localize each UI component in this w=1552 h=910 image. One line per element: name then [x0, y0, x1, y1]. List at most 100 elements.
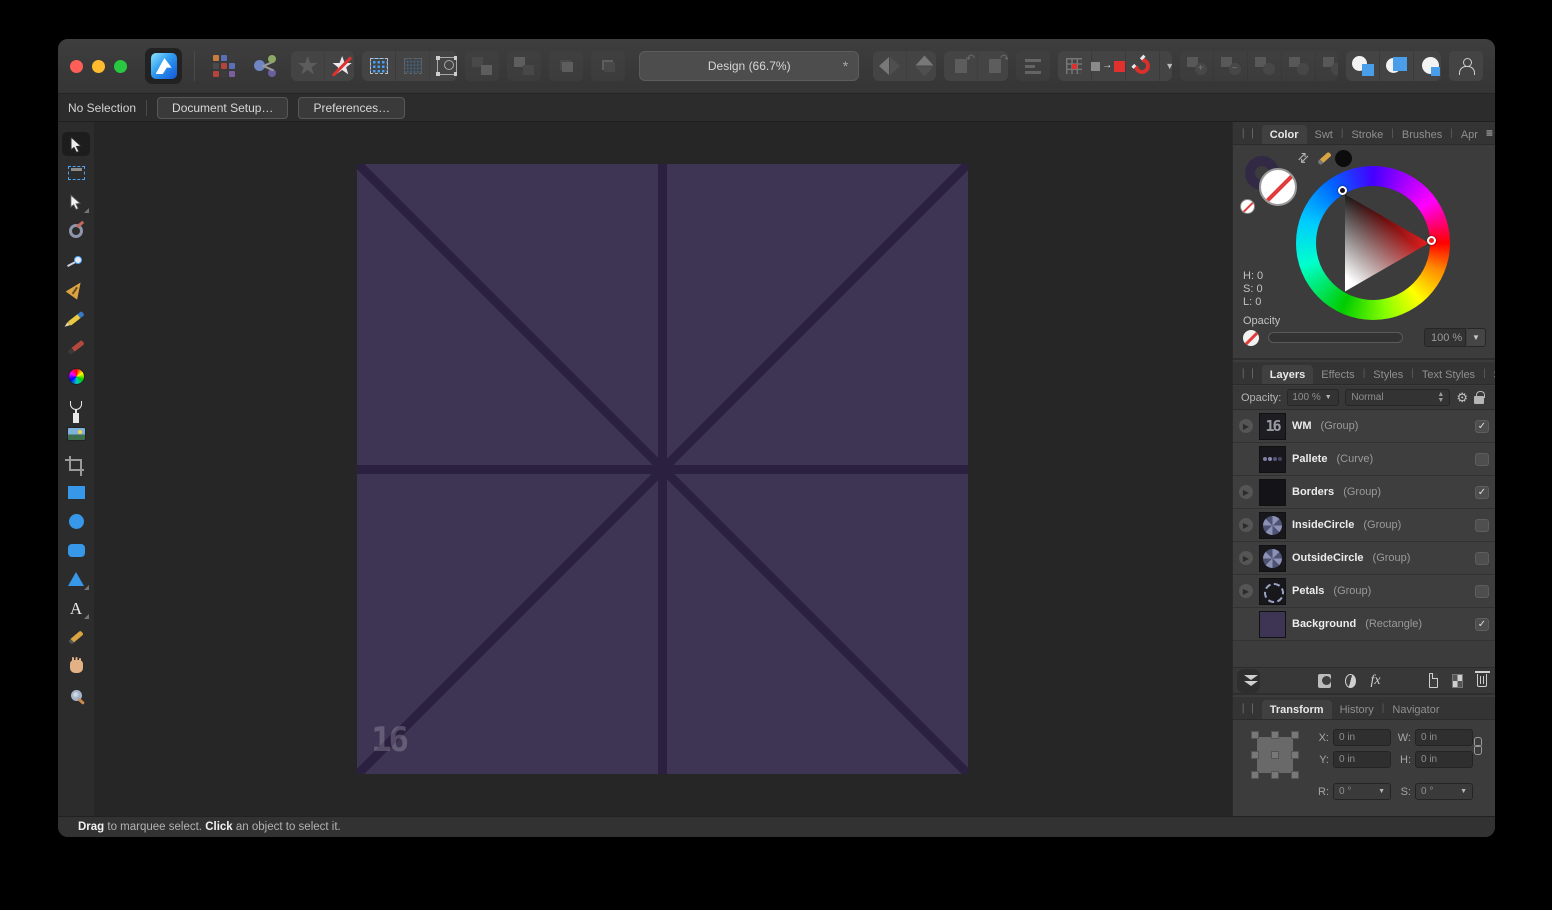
- tab-stock[interactable]: Stock: [1486, 365, 1495, 384]
- opacity-none-icon[interactable]: [1243, 330, 1259, 346]
- node-tool[interactable]: [62, 190, 90, 214]
- saturation-lightness-handle[interactable]: [1338, 186, 1347, 195]
- adjustment-layer-icon[interactable]: [1345, 674, 1356, 688]
- y-input[interactable]: 0 in: [1333, 751, 1391, 768]
- point-transform-tool[interactable]: [62, 219, 90, 243]
- color-wheel[interactable]: [1296, 166, 1450, 320]
- gear-icon[interactable]: ⚙: [1456, 390, 1468, 406]
- layer-row-background[interactable]: Background (Rectangle) ✓: [1233, 608, 1495, 641]
- shape-tool[interactable]: [62, 567, 90, 591]
- anchor-point-selector[interactable]: [1251, 731, 1299, 779]
- h-input[interactable]: 0 in: [1415, 751, 1473, 768]
- new-pixel-layer-icon[interactable]: [1452, 674, 1463, 688]
- layer-row-wm[interactable]: ▶ 16 WM (Group) ✓: [1233, 410, 1495, 443]
- tab-text-styles[interactable]: Text Styles: [1414, 365, 1483, 384]
- picked-color-swatch[interactable]: [1335, 150, 1352, 167]
- zoom-tool[interactable]: [62, 683, 90, 707]
- tab-color[interactable]: Color: [1262, 125, 1307, 144]
- ellipse-tool[interactable]: [62, 509, 90, 533]
- rectangle-tool[interactable]: [62, 480, 90, 504]
- rotation-dropdown[interactable]: 0 °▼: [1333, 783, 1391, 800]
- move-backward-button[interactable]: [549, 51, 583, 81]
- place-image-tool[interactable]: [62, 422, 90, 446]
- pixel-persona-button[interactable]: [207, 51, 241, 81]
- transparency-tool[interactable]: [62, 393, 90, 417]
- vector-crop-tool[interactable]: [62, 451, 90, 475]
- w-input[interactable]: 0 in: [1415, 729, 1473, 746]
- corner-tool[interactable]: [62, 248, 90, 272]
- saturation-lightness-triangle[interactable]: [1316, 186, 1430, 300]
- layer-row-insidecircle[interactable]: ▶ InsideCircle (Group): [1233, 509, 1495, 542]
- visibility-checkbox[interactable]: [1475, 453, 1489, 466]
- boolean-add-button[interactable]: +: [1180, 51, 1214, 81]
- tab-stroke[interactable]: Stroke: [1343, 125, 1391, 144]
- panel-grip[interactable]: ❘❘: [1239, 703, 1258, 714]
- boolean-combine-button[interactable]: [1316, 51, 1338, 81]
- color-picker-tool[interactable]: [62, 625, 90, 649]
- text-tool[interactable]: A: [62, 596, 90, 620]
- snap-grid-button[interactable]: [1058, 51, 1092, 81]
- visibility-checkbox[interactable]: [1475, 552, 1489, 565]
- flip-horizontal-button[interactable]: [873, 51, 907, 81]
- visibility-checkbox[interactable]: [1475, 519, 1489, 532]
- visibility-checkbox[interactable]: ✓: [1475, 486, 1489, 499]
- preferences-button[interactable]: Preferences…: [298, 97, 405, 119]
- document-setup-button[interactable]: Document Setup…: [157, 97, 288, 119]
- panel-grip[interactable]: ❘❘: [1239, 128, 1258, 139]
- document-artboard[interactable]: 16: [357, 164, 968, 774]
- expand-arrow-icon[interactable]: ▶: [1239, 419, 1253, 433]
- pencil-tool[interactable]: [62, 306, 90, 330]
- mask-layer-icon[interactable]: [1318, 674, 1331, 688]
- tab-layers[interactable]: Layers: [1262, 365, 1313, 384]
- snapping-options-dropdown[interactable]: ▼: [1160, 51, 1172, 81]
- opacity-dropdown-arrow[interactable]: ▼: [1467, 328, 1486, 347]
- tab-swatches[interactable]: Swt: [1307, 125, 1341, 144]
- opacity-value[interactable]: 100 %: [1424, 328, 1466, 347]
- rounded-rectangle-tool[interactable]: [62, 538, 90, 562]
- toggle-fill-button[interactable]: [325, 51, 354, 81]
- link-dimensions-icon[interactable]: [1474, 737, 1481, 755]
- new-layer-icon[interactable]: [1429, 673, 1439, 688]
- delete-layer-icon[interactable]: [1477, 674, 1487, 687]
- x-input[interactable]: 0 in: [1333, 729, 1391, 746]
- opacity-slider[interactable]: [1268, 332, 1403, 343]
- move-forward-button[interactable]: [507, 51, 541, 81]
- shear-dropdown[interactable]: 0 °▼: [1415, 783, 1473, 800]
- export-persona-button[interactable]: [249, 51, 283, 81]
- visibility-checkbox[interactable]: [1475, 585, 1489, 598]
- view-tool[interactable]: [62, 654, 90, 678]
- tab-history[interactable]: History: [1332, 700, 1382, 719]
- layers-stack-icon[interactable]: [1241, 673, 1256, 689]
- insert-behind-button[interactable]: [1346, 51, 1380, 81]
- layer-row-petals[interactable]: ▶ Petals (Group): [1233, 575, 1495, 608]
- fill-color-swatch[interactable]: [1259, 168, 1297, 206]
- expand-arrow-icon[interactable]: ▶: [1239, 518, 1253, 532]
- minimize-window-button[interactable]: [92, 60, 105, 73]
- visibility-checkbox[interactable]: ✓: [1475, 420, 1489, 433]
- rotate-ccw-button[interactable]: ↶: [944, 51, 978, 81]
- promote-to-layer-button[interactable]: [291, 51, 325, 81]
- flip-vertical-button[interactable]: [907, 51, 936, 81]
- rotate-cw-button[interactable]: ↷: [978, 51, 1007, 81]
- snap-move-button[interactable]: →: [1092, 51, 1126, 81]
- fill-tool[interactable]: [62, 364, 90, 388]
- visibility-checkbox[interactable]: ✓: [1475, 618, 1489, 631]
- vector-brush-tool[interactable]: [62, 335, 90, 359]
- zoom-window-button[interactable]: [114, 60, 127, 73]
- layer-effects-icon[interactable]: fx: [1370, 673, 1380, 689]
- pen-tool[interactable]: [62, 277, 90, 301]
- expand-arrow-icon[interactable]: ▶: [1239, 584, 1253, 598]
- panel-grip[interactable]: ❘❘: [1239, 368, 1258, 379]
- tab-effects[interactable]: Effects: [1313, 365, 1362, 384]
- tab-appearance[interactable]: Apr: [1453, 125, 1486, 144]
- layer-row-pallete[interactable]: Pallete (Curve): [1233, 443, 1495, 476]
- account-button[interactable]: [1449, 51, 1483, 81]
- panel-menu-icon[interactable]: ≡▼: [1486, 126, 1495, 140]
- boolean-divide-button[interactable]: [1282, 51, 1316, 81]
- insert-on-top-button[interactable]: [1380, 51, 1414, 81]
- pixel-grid-button[interactable]: [396, 51, 430, 81]
- transform-bounds-button[interactable]: [430, 51, 457, 81]
- color-picker-icon[interactable]: [1317, 152, 1331, 166]
- layer-row-borders[interactable]: ▶ Borders (Group) ✓: [1233, 476, 1495, 509]
- canvas-viewport[interactable]: 16: [94, 122, 1232, 816]
